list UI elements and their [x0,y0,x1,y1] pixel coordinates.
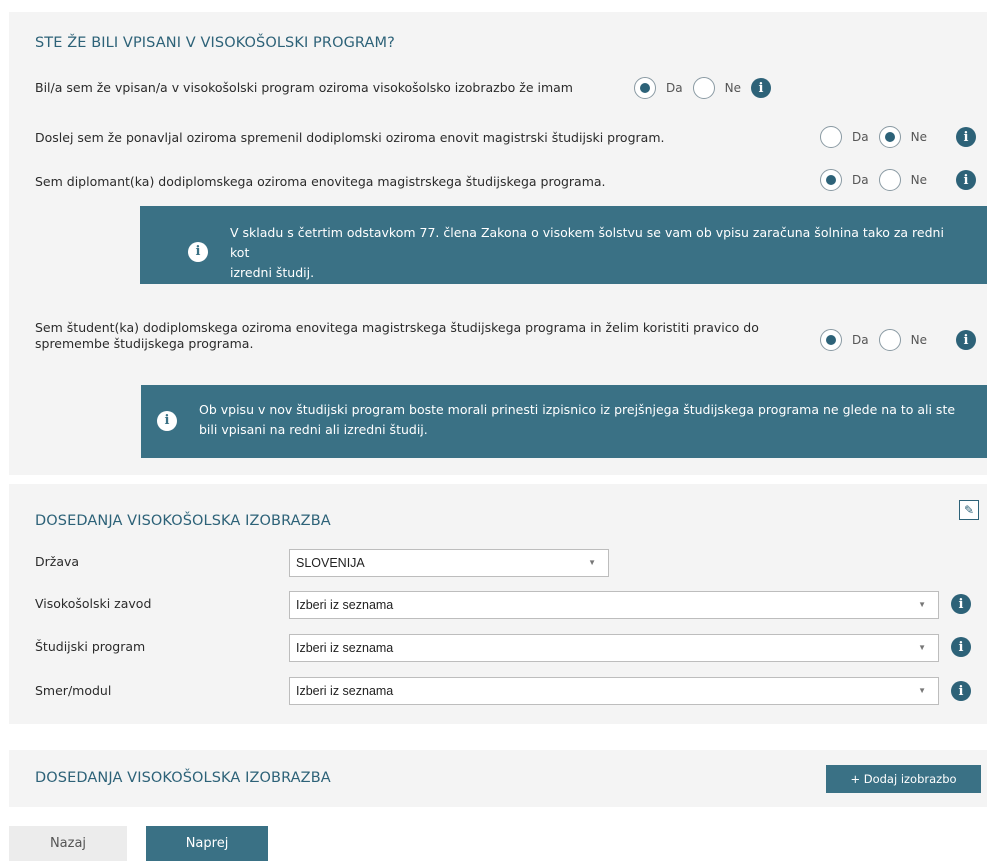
question-repeated-changed-program: Doslej sem že ponavljal oziroma spremeni… [35,130,665,145]
info-icon: i [157,411,177,431]
notice-transcript-line1: Ob vpisu v nov študijski program boste m… [199,402,956,417]
module-select[interactable]: Izberi iz seznama ▼ [289,677,939,705]
info-icon[interactable]: i [750,78,771,98]
module-select-value: Izberi iz seznama [296,684,394,698]
radio-no[interactable] [878,329,901,351]
radio-no[interactable] [878,126,901,148]
radio-yes-label: Da [852,333,869,347]
section-title-previous-education-list: DOSEDANJA VISOKOŠOLSKA IZOBRAZBA [35,770,331,786]
radio-yes[interactable] [820,329,842,351]
study-program-select-value: Izberi iz seznama [296,641,394,655]
study-program-select[interactable]: Izberi iz seznama ▼ [289,634,939,662]
question-change-program-line2: spremembe študijskega programa. [35,336,254,351]
info-icon[interactable]: i [951,681,971,701]
radio-yes[interactable] [634,77,656,99]
enrollment-question-panel: STE ŽE BILI VPISANI V VISOKOŠOLSKI PROGR… [9,12,987,475]
question-change-program-line1: Sem študent(ka) dodiplomskega oziroma en… [35,320,759,335]
chevron-down-icon: ▼ [918,600,926,609]
radio-no-label: Ne [910,333,927,347]
info-icon[interactable]: i [951,637,971,657]
radio-group-graduate: Da Ne [820,168,937,192]
info-icon[interactable]: i [951,594,971,614]
radio-yes-label: Da [852,130,869,144]
notice-tuition-line1: V skladu s četrtim odstavkom 77. člena Z… [230,225,944,260]
radio-group-change-program: Da Ne [820,328,937,352]
field-label-study-program: Študijski program [35,639,146,654]
info-icon[interactable]: i [956,127,976,147]
eraser-edit-icon[interactable]: ✎ [959,500,979,520]
section-title-enrollment: STE ŽE BILI VPISANI V VISOKOŠOLSKI PROGR… [35,35,395,51]
notice-transcript-line2: bili vpisani na redni ali izredni študij… [199,422,428,437]
section-title-previous-education: DOSEDANJA VISOKOŠOLSKA IZOBRAZBA [35,513,331,529]
radio-no-label: Ne [724,81,741,95]
radio-yes[interactable] [820,126,842,148]
chevron-down-icon: ▼ [588,558,596,567]
institution-select[interactable]: Izberi iz seznama ▼ [289,591,939,619]
notice-transcript: i Ob vpisu v nov študijski program boste… [141,385,987,458]
notice-tuition: i V skladu s četrtim odstavkom 77. člena… [140,206,987,284]
radio-yes[interactable] [820,169,842,191]
radio-no[interactable] [878,169,901,191]
back-button[interactable]: Nazaj [9,826,127,861]
radio-no-label: Ne [910,130,927,144]
info-icon[interactable]: i [956,330,976,350]
previous-education-form-panel: DOSEDANJA VISOKOŠOLSKA IZOBRAZBA Država … [9,484,987,724]
field-label-module: Smer/modul [35,683,112,698]
radio-no[interactable] [692,77,715,99]
add-education-button[interactable]: + Dodaj izobrazbo [826,765,981,793]
radio-no-label: Ne [910,173,927,187]
notice-tuition-line2: izredni študij. [230,265,315,280]
question-change-program-right: Sem študent(ka) dodiplomskega oziroma en… [35,320,759,352]
institution-select-value: Izberi iz seznama [296,598,394,612]
chevron-down-icon: ▼ [918,643,926,652]
country-select-value: SLOVENIJA [296,556,365,570]
info-icon[interactable]: i [956,170,976,190]
radio-group-repeated-changed: Da Ne [820,125,937,149]
radio-group-previously-enrolled: Da Ne i [634,76,771,100]
field-label-institution: Visokošolski zavod [35,596,152,611]
field-label-country: Država [35,554,80,569]
next-button[interactable]: Naprej [146,826,268,861]
info-icon: i [188,242,208,262]
question-previously-enrolled: Bil/a sem že vpisan/a v visokošolski pro… [35,80,573,95]
chevron-down-icon: ▼ [918,686,926,695]
question-graduate: Sem diplomant(ka) dodiplomskega oziroma … [35,174,606,189]
radio-yes-label: Da [666,81,683,95]
radio-yes-label: Da [852,173,869,187]
country-select[interactable]: SLOVENIJA ▼ [289,549,609,577]
